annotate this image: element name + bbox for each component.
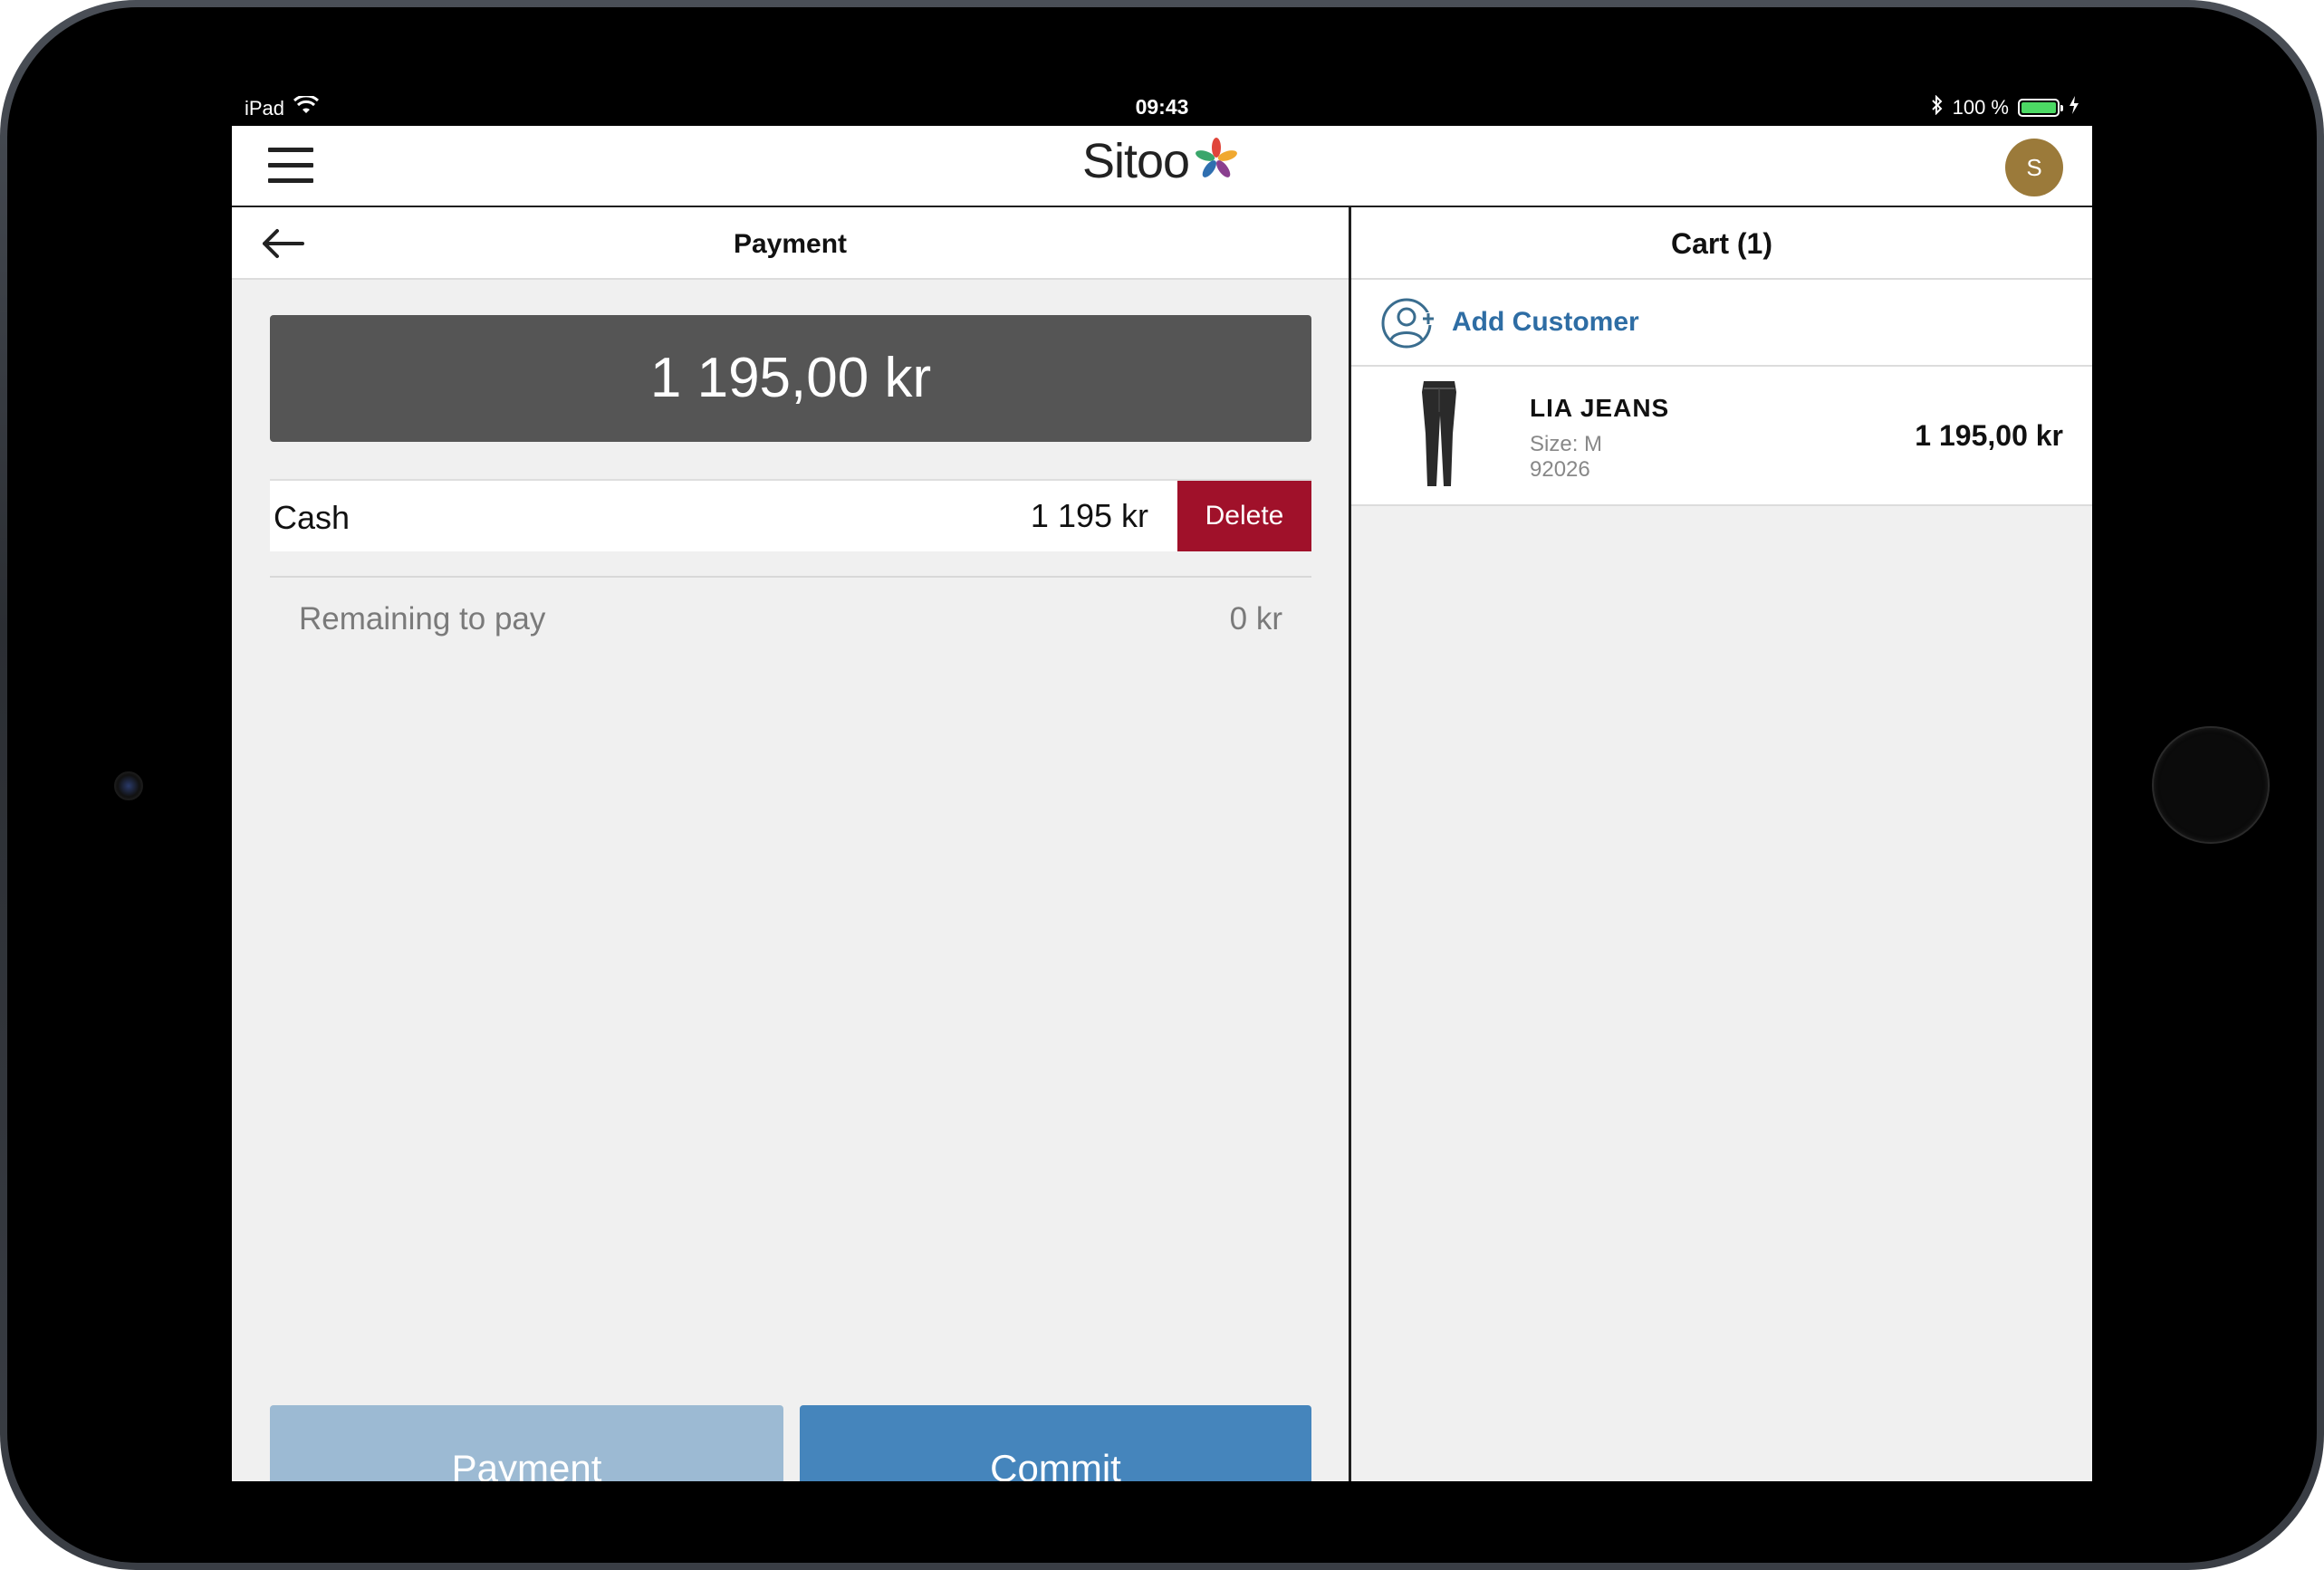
delete-button[interactable]: Delete <box>1177 481 1311 551</box>
bluetooth-icon <box>1931 94 1944 120</box>
item-name: LIA JEANS <box>1530 394 1670 422</box>
front-camera <box>114 771 143 800</box>
payment-button[interactable]: Payment <box>270 1405 783 1481</box>
clock: 09:43 <box>1135 95 1189 119</box>
add-customer-icon <box>1380 296 1438 350</box>
cart-item[interactable]: LIA JEANS Size: M 92026 1 195,00 kr <box>1351 367 2092 506</box>
add-customer-button[interactable]: Add Customer <box>1351 280 2092 367</box>
payment-title: Payment <box>733 229 848 259</box>
home-button[interactable] <box>2152 726 2270 844</box>
payment-method-label: Cash <box>274 499 351 536</box>
payment-pane: Payment 1 195,00 kr Cash 1 195 kr Delete… <box>232 207 1349 1481</box>
item-price: 1 195,00 kr <box>1915 419 2063 452</box>
item-size: Size: M <box>1530 432 1603 456</box>
remaining-label: Remaining to pay <box>299 601 546 637</box>
remaining-row: Remaining to pay 0 kr <box>270 576 1311 650</box>
add-customer-label: Add Customer <box>1452 307 1639 337</box>
payment-row-cash[interactable]: Cash 1 195 kr Delete <box>270 479 1311 551</box>
flower-logo-icon <box>1191 134 1242 189</box>
battery-icon <box>2018 99 2063 117</box>
cart-pane: Cart (1) Add Customer LIA JEANS Size: M … <box>1351 207 2092 1481</box>
status-bar: iPad 09:43 100 % <box>232 87 2092 126</box>
cart-title: Cart (1) <box>1670 227 1772 260</box>
logo-text: Sitoo <box>1081 134 1190 188</box>
charging-icon <box>2069 96 2079 120</box>
screen: iPad 09:43 100 % Sitoo S Payment 1 195,0… <box>232 87 2092 1481</box>
remaining-amount: 0 kr <box>1229 601 1282 637</box>
sitoo-logo: Sitoo <box>232 133 2092 189</box>
commit-button[interactable]: Commit <box>800 1405 1311 1481</box>
battery-percent: 100 % <box>1952 96 2009 119</box>
jeans-thumbnail <box>1416 379 1462 490</box>
payment-header: Payment <box>232 207 1349 280</box>
cart-header: Cart (1) <box>1351 207 2092 280</box>
payment-method-amount: 1 195 kr <box>1030 497 1148 534</box>
user-avatar[interactable]: S <box>2005 139 2063 196</box>
app-bar: Sitoo S <box>232 126 2092 207</box>
item-sku: 92026 <box>1530 457 1590 482</box>
status-bar-right: 100 % <box>1931 94 2079 120</box>
total-amount: 1 195,00 kr <box>270 315 1311 442</box>
